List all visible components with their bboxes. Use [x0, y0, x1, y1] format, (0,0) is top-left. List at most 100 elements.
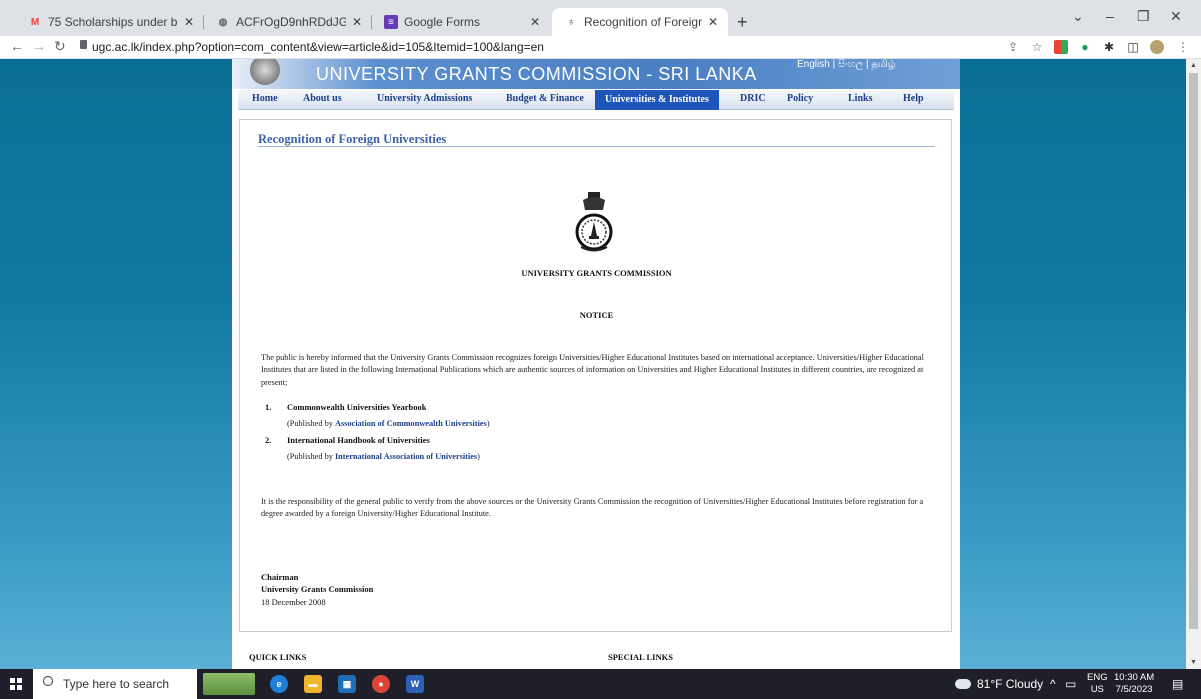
address-bar[interactable]: ugc.ac.lk/index.php?option=com_content&v…	[92, 40, 544, 54]
lock-icon[interactable]	[80, 40, 87, 49]
site-container: UNIVERSITY GRANTS COMMISSION - SRI LANKA…	[232, 59, 960, 669]
region-code: US	[1090, 684, 1104, 695]
main-menu: Home About us University Admissions Budg…	[238, 90, 954, 110]
profile-avatar[interactable]	[1150, 40, 1164, 54]
side-panel-icon[interactable]: ◫	[1126, 40, 1140, 54]
close-window-icon[interactable]: ✕	[1170, 8, 1182, 25]
language-switcher: English | සිංහල | தமிழ்	[797, 59, 896, 71]
tab-strip: M 75 Scholarships under budget pr ✕ ◍ AC…	[0, 0, 1201, 36]
publisher-link[interactable]: Association of Commonwealth Universities	[335, 419, 487, 428]
menu-home[interactable]: Home	[252, 93, 278, 104]
site-favicon: ♁	[567, 16, 575, 28]
menu-university-admissions[interactable]: University Admissions	[377, 93, 472, 104]
store-icon[interactable]: ▦	[338, 675, 356, 693]
back-icon[interactable]: ←	[10, 38, 24, 54]
list-item: 2. International Handbook of Universities	[265, 435, 430, 445]
quick-links-heading: QUICK LINKS	[249, 652, 307, 662]
file-explorer-icon[interactable]: ▬	[304, 675, 322, 693]
windows-start-icon[interactable]	[10, 678, 22, 690]
taskbar-search[interactable]: Type here to search	[33, 669, 197, 699]
tab-search-icon[interactable]: ⌄	[1072, 8, 1084, 25]
menu-help[interactable]: Help	[903, 93, 924, 104]
tab-title: 75 Scholarships under budget pr	[48, 15, 178, 29]
extension-icon[interactable]	[1054, 40, 1068, 54]
notifications-icon[interactable]: ▤	[1172, 677, 1183, 691]
scrollbar-thumb[interactable]	[1189, 73, 1198, 629]
menu-policy[interactable]: Policy	[787, 93, 813, 104]
tab-scholarships[interactable]: M 75 Scholarships under budget pr ✕	[16, 8, 204, 36]
intro-paragraph: The public is hereby informed that the U…	[261, 353, 924, 387]
publication-title: Commonwealth Universities Yearbook	[287, 402, 427, 412]
publisher-link[interactable]: International Association of Universitie…	[335, 452, 477, 461]
weather-widget[interactable]: 81°F Cloudy	[977, 677, 1043, 691]
taskbar: Type here to search e ▬ ▦ ● W 81°F Cloud…	[0, 669, 1201, 699]
new-tab-button[interactable]: +	[737, 12, 748, 33]
tab-title: Recognition of Foreign Universiti	[584, 15, 702, 29]
title-divider	[258, 146, 935, 147]
google-forms-icon: ≡	[384, 15, 398, 29]
tab-recognition[interactable]: ♁ Recognition of Foreign Universiti ✕	[552, 8, 728, 36]
page-scrollbar[interactable]: ▲ ▼	[1186, 59, 1201, 669]
bookmark-star-icon[interactable]: ☆	[1030, 40, 1044, 54]
publisher-line: (Published by International Association …	[287, 452, 480, 461]
publisher-line: (Published by Association of Commonwealt…	[287, 419, 490, 428]
search-placeholder: Type here to search	[63, 677, 170, 691]
published-by-prefix: (Published by	[287, 452, 335, 461]
lang-code: ENG	[1087, 672, 1108, 683]
close-tab-icon[interactable]: ✕	[708, 15, 718, 29]
published-by-prefix: (Published by	[287, 419, 335, 428]
published-by-suffix: )	[486, 419, 490, 428]
reload-icon[interactable]: ↻	[54, 38, 66, 55]
tab-google-forms[interactable]: ≡ Google Forms ✕	[372, 8, 550, 36]
signature-role: Chairman	[261, 572, 299, 582]
close-tab-icon[interactable]: ✕	[352, 15, 362, 29]
lang-sinhala[interactable]: සිංහල	[838, 59, 863, 70]
input-language-indicator[interactable]: ENG US	[1087, 672, 1108, 696]
clock-date: 7/5/2023	[1115, 684, 1153, 695]
lang-english[interactable]: English	[797, 59, 830, 70]
word-icon[interactable]: W	[406, 675, 424, 693]
menu-about-us[interactable]: About us	[303, 93, 342, 104]
scroll-down-icon[interactable]: ▼	[1190, 659, 1197, 666]
network-icon[interactable]: ▭	[1065, 677, 1076, 691]
edge-icon[interactable]: e	[270, 675, 288, 693]
search-highlight-image[interactable]	[203, 673, 255, 695]
minimize-icon[interactable]: –	[1106, 8, 1114, 24]
menu-links[interactable]: Links	[848, 93, 872, 104]
globe-icon: ◍	[218, 16, 228, 28]
system-clock[interactable]: 10:30 AM 7/5/2023	[1114, 672, 1154, 696]
chrome-icon[interactable]: ●	[372, 675, 390, 693]
banner-title: UNIVERSITY GRANTS COMMISSION - SRI LANKA	[316, 64, 757, 84]
scroll-up-icon[interactable]: ▲	[1190, 62, 1197, 69]
share-icon[interactable]: ⇪	[1006, 40, 1020, 54]
article-panel: Recognition of Foreign Universities UNIV…	[239, 119, 952, 632]
list-number: 1.	[265, 402, 272, 412]
menu-kebab-icon[interactable]: ⋮	[1176, 40, 1190, 54]
site-footer: QUICK LINKS SPECIAL LINKS	[232, 637, 960, 669]
list-number: 2.	[265, 435, 272, 445]
search-icon	[43, 676, 53, 686]
extensions-puzzle-icon[interactable]: ✱	[1102, 40, 1116, 54]
menu-budget-finance[interactable]: Budget & Finance	[506, 93, 584, 104]
menu-dric[interactable]: DRIC	[740, 93, 766, 104]
tray-overflow-icon[interactable]: ^	[1050, 677, 1056, 691]
forward-icon[interactable]: →	[32, 38, 46, 54]
tab-title: Google Forms	[404, 15, 481, 29]
ugc-logo[interactable]	[250, 59, 280, 85]
tab-title: ACFrOgD9nhRDdJG8yAEsdsi6wfi	[236, 15, 346, 29]
grammarly-icon[interactable]: ●	[1078, 40, 1092, 54]
publication-title: International Handbook of Universities	[287, 435, 430, 445]
notice-heading: NOTICE	[579, 310, 614, 320]
maximize-icon[interactable]: ❐	[1137, 8, 1150, 25]
signature-date: 18 December 2008	[261, 597, 326, 607]
close-tab-icon[interactable]: ✕	[184, 15, 194, 29]
special-links-heading: SPECIAL LINKS	[608, 652, 673, 662]
lang-tamil[interactable]: தமிழ்	[871, 59, 895, 70]
menu-universities-institutes[interactable]: Universities & Institutes	[595, 90, 719, 110]
close-tab-icon[interactable]: ✕	[530, 15, 540, 29]
site-banner: UNIVERSITY GRANTS COMMISSION - SRI LANKA…	[232, 59, 960, 89]
tab-acfr[interactable]: ◍ ACFrOgD9nhRDdJG8yAEsdsi6wfi ✕	[204, 8, 372, 36]
page-title: Recognition of Foreign Universities	[258, 132, 447, 146]
address-toolbar: ← → ↻ ugc.ac.lk/index.php?option=com_con…	[0, 36, 1201, 59]
ugc-crest-emblem	[575, 192, 613, 252]
